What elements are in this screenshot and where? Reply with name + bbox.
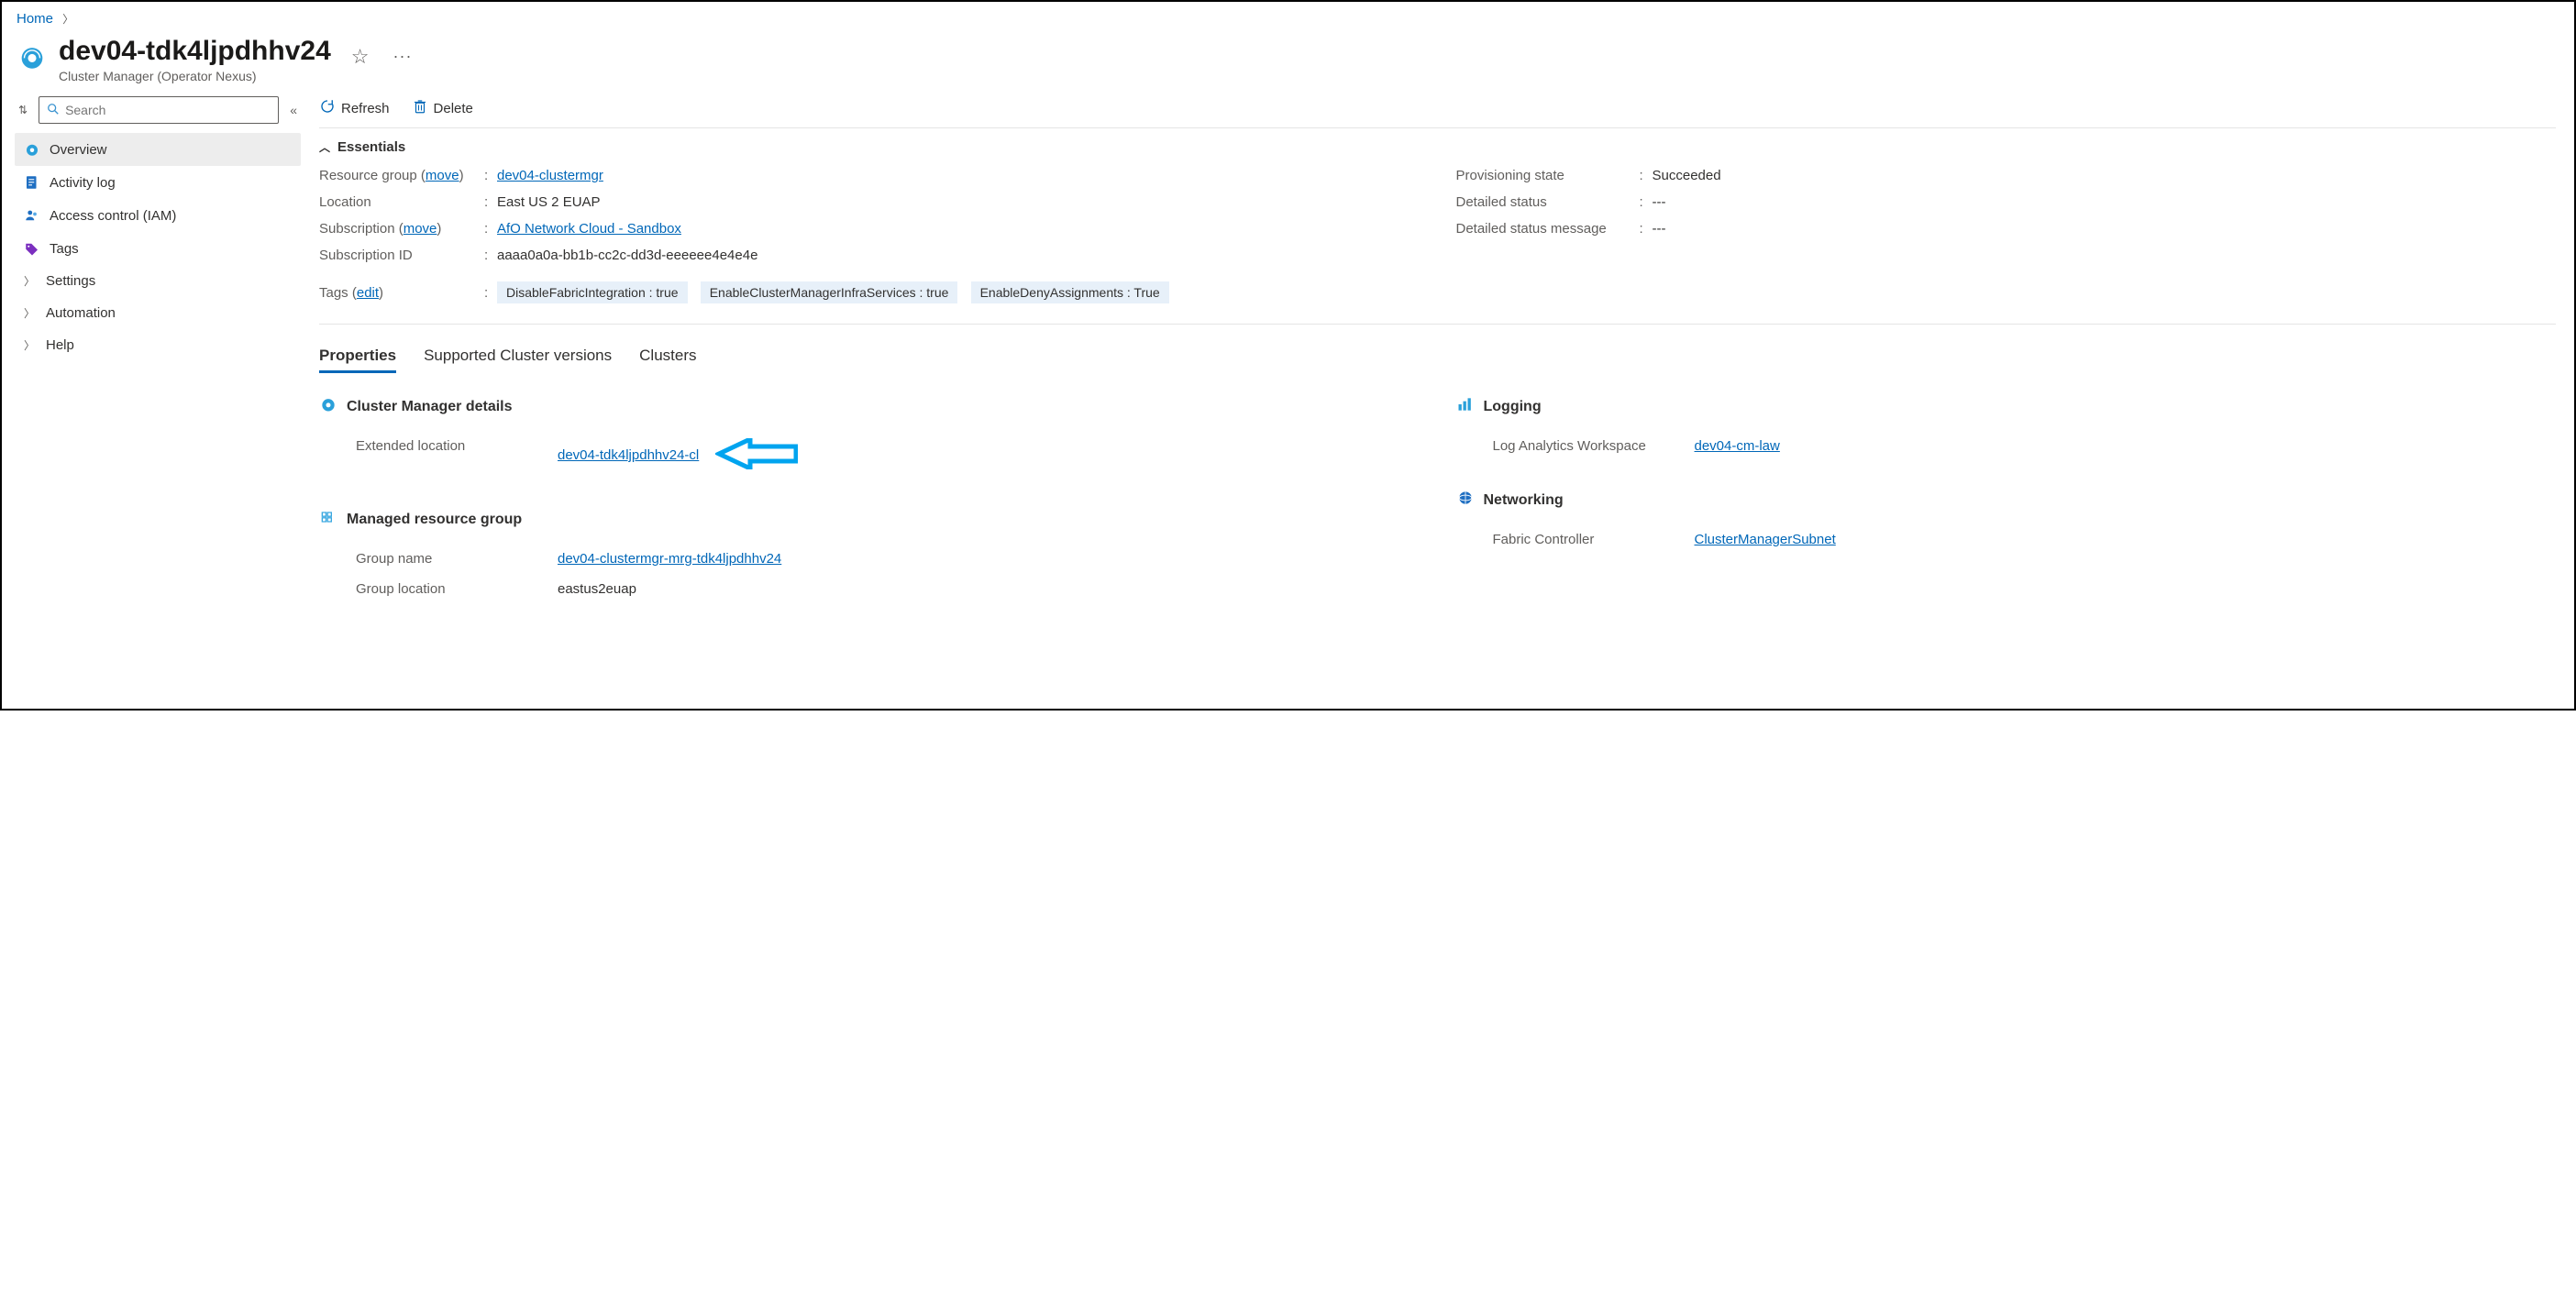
dstatus-label: Detailed status xyxy=(1456,194,1640,210)
mrg-heading: Managed resource group xyxy=(347,512,522,528)
activity-log-icon xyxy=(24,174,40,191)
mrg-name-link[interactable]: dev04-clustermgr-mrg-tdk4ljpdhhv24 xyxy=(558,551,781,567)
dmsg-value: --- xyxy=(1653,221,2557,237)
more-menu-icon[interactable]: ··· xyxy=(393,47,413,66)
search-input[interactable] xyxy=(65,103,271,117)
chevron-right-icon: 〉 xyxy=(24,337,37,353)
tags-edit-link[interactable]: edit xyxy=(357,285,379,301)
tag-pill[interactable]: EnableClusterManagerInfraServices : true xyxy=(701,281,958,303)
mrg-loc-label: Group location xyxy=(356,581,558,597)
sidebar-item-label: Access control (IAM) xyxy=(50,208,292,224)
networking-icon xyxy=(1456,489,1475,512)
sub-move-link[interactable]: move xyxy=(404,221,437,237)
collapse-sidebar-icon[interactable]: « xyxy=(286,103,301,117)
sidebar-item-label: Activity log xyxy=(50,175,292,191)
chevron-right-icon: 〉 xyxy=(24,305,37,321)
resource-type-subtitle: Cluster Manager (Operator Nexus) xyxy=(59,69,331,83)
rg-label: Resource group ( xyxy=(319,168,426,183)
cluster-manager-icon xyxy=(319,395,337,418)
provstate-label: Provisioning state xyxy=(1456,168,1640,183)
chevron-up-icon: ︿ xyxy=(319,139,330,155)
location-label: Location xyxy=(319,194,484,210)
chevron-right-icon: 〉 xyxy=(24,273,37,289)
essentials-toggle[interactable]: ︿ Essentials xyxy=(319,128,2556,162)
dstatus-value: --- xyxy=(1653,194,2557,210)
sidebar-item-label: Settings xyxy=(46,273,292,289)
law-label: Log Analytics Workspace xyxy=(1493,438,1695,454)
delete-icon xyxy=(412,98,428,118)
sidebar-item-automation[interactable]: 〉 Automation xyxy=(15,297,301,329)
essentials-panel: Resource group (move) : dev04-clustermgr… xyxy=(319,162,2556,325)
tab-properties[interactable]: Properties xyxy=(319,341,396,373)
sidebar-item-settings[interactable]: 〉 Settings xyxy=(15,265,301,297)
delete-button[interactable]: Delete xyxy=(412,98,473,118)
rg-value-link[interactable]: dev04-clustermgr xyxy=(497,168,603,183)
subid-label: Subscription ID xyxy=(319,248,484,263)
mrg-name-label: Group name xyxy=(356,551,558,567)
cm-details-heading: Cluster Manager details xyxy=(347,399,513,415)
tab-clusters[interactable]: Clusters xyxy=(639,341,696,373)
resource-group-icon xyxy=(319,508,337,531)
sidebar-item-overview[interactable]: Overview xyxy=(15,133,301,166)
delete-label: Delete xyxy=(434,101,473,116)
extloc-label: Extended location xyxy=(356,438,558,473)
sort-handle-icon[interactable]: ⇅ xyxy=(15,104,31,116)
sidebar-item-label: Help xyxy=(46,337,292,353)
resource-header: dev04-tdk4ljpdhhv24 Cluster Manager (Ope… xyxy=(2,30,2574,93)
tab-strip: Properties Supported Cluster versions Cl… xyxy=(319,325,2556,377)
toolbar: Refresh Delete xyxy=(319,93,2556,128)
tag-pill[interactable]: EnableDenyAssignments : True xyxy=(971,281,1169,303)
logging-icon xyxy=(1456,395,1475,418)
networking-heading: Networking xyxy=(1484,492,1564,509)
refresh-label: Refresh xyxy=(341,101,390,116)
sidebar-item-activity-log[interactable]: Activity log xyxy=(15,166,301,199)
tags-label: Tags ( xyxy=(319,285,357,301)
breadcrumb: Home 〉 xyxy=(2,2,2574,30)
sidebar-search[interactable] xyxy=(39,96,279,124)
favorite-star-icon[interactable]: ☆ xyxy=(351,45,370,69)
rg-move-link[interactable]: move xyxy=(426,168,459,183)
refresh-icon xyxy=(319,98,336,118)
provstate-value: Succeeded xyxy=(1653,168,2557,183)
tab-versions[interactable]: Supported Cluster versions xyxy=(424,341,612,373)
tags-icon xyxy=(24,240,40,257)
sidebar-item-help[interactable]: 〉 Help xyxy=(15,329,301,361)
cluster-manager-icon xyxy=(17,41,48,72)
refresh-button[interactable]: Refresh xyxy=(319,98,390,118)
extloc-link[interactable]: dev04-tdk4ljpdhhv24-cl xyxy=(558,447,699,463)
callout-arrow-icon xyxy=(715,438,798,473)
page-title: dev04-tdk4ljpdhhv24 xyxy=(59,36,331,67)
fc-link[interactable]: ClusterManagerSubnet xyxy=(1695,532,1836,547)
sub-value-link[interactable]: AfO Network Cloud - Sandbox xyxy=(497,221,681,237)
sidebar-item-label: Tags xyxy=(50,241,292,257)
overview-icon xyxy=(24,141,40,158)
iam-icon xyxy=(24,207,40,224)
logging-heading: Logging xyxy=(1484,399,1542,415)
sidebar-item-label: Automation xyxy=(46,305,292,321)
essentials-heading: Essentials xyxy=(337,139,405,155)
sidebar-item-tags[interactable]: Tags xyxy=(15,232,301,265)
fc-label: Fabric Controller xyxy=(1493,532,1695,547)
main-content: Refresh Delete ︿ Essentials Resource gro… xyxy=(308,93,2574,711)
law-link[interactable]: dev04-cm-law xyxy=(1695,438,1780,454)
sub-label: Subscription ( xyxy=(319,221,404,237)
search-icon xyxy=(47,103,60,118)
properties-panel: Cluster Manager details Extended locatio… xyxy=(319,377,2556,632)
location-value: East US 2 EUAP xyxy=(497,194,1420,210)
sidebar-item-iam[interactable]: Access control (IAM) xyxy=(15,199,301,232)
subid-value: aaaa0a0a-bb1b-cc2c-dd3d-eeeeee4e4e4e xyxy=(497,248,1420,263)
sidebar: ⇅ « Overview Activity log Access c xyxy=(2,93,308,711)
dmsg-label: Detailed status message xyxy=(1456,221,1640,237)
chevron-right-icon: 〉 xyxy=(62,13,73,26)
tag-pill[interactable]: DisableFabricIntegration : true xyxy=(497,281,688,303)
breadcrumb-home[interactable]: Home xyxy=(17,11,53,27)
sidebar-item-label: Overview xyxy=(50,142,292,158)
mrg-loc-value: eastus2euap xyxy=(558,581,1420,597)
